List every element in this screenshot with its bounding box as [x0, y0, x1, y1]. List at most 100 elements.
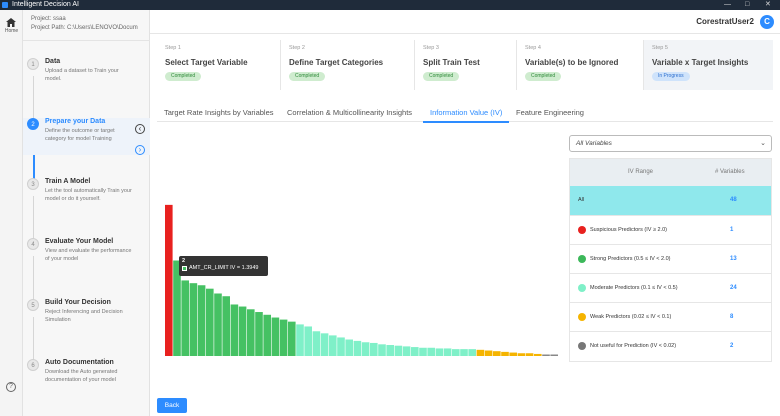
- top-bar: CorestratUser2 C: [150, 10, 780, 34]
- chart-bar[interactable]: [370, 342, 378, 356]
- step-description: Define the outcome or target category fo…: [45, 128, 115, 142]
- chart-bar[interactable]: [386, 345, 394, 356]
- tab-target-rate-insights[interactable]: Target Rate Insights by Variables: [164, 108, 274, 117]
- minimize-button[interactable]: —: [724, 0, 731, 10]
- chart-bar[interactable]: [452, 349, 460, 356]
- chart-bar[interactable]: [484, 350, 493, 357]
- table-row-all[interactable]: All 48: [570, 186, 771, 215]
- chart-bar[interactable]: [288, 321, 296, 356]
- chart-bar[interactable]: [493, 351, 501, 356]
- chart-bar[interactable]: [427, 347, 435, 356]
- wizard-step-3[interactable]: Step 3 Split Train Test Completed: [415, 40, 517, 90]
- chart-bar[interactable]: [230, 304, 239, 356]
- chart-bar[interactable]: [378, 344, 386, 356]
- project-path-label: Project Path:: [31, 25, 66, 31]
- chart-bar[interactable]: [222, 296, 230, 356]
- table-row-weak[interactable]: Weak Predictors (0.02 ≤ IV < 0.1) 8: [570, 302, 771, 331]
- help-icon[interactable]: ?: [6, 382, 16, 392]
- step-title: Prepare your Data: [45, 118, 106, 125]
- user-name[interactable]: CorestratUser2: [696, 17, 754, 26]
- chart-bar[interactable]: [329, 335, 337, 356]
- green-dot-icon: [578, 255, 586, 263]
- chart-bar[interactable]: [501, 351, 509, 356]
- home-label[interactable]: Home: [0, 28, 23, 34]
- chart-bar[interactable]: [468, 349, 476, 356]
- chart-bar[interactable]: [206, 288, 214, 356]
- step-number: 5: [27, 299, 39, 311]
- tab-feature-engineering[interactable]: Feature Engineering: [516, 108, 584, 117]
- wizard-step-number: Step 3: [423, 45, 439, 51]
- chart-bar[interactable]: [263, 314, 271, 356]
- wizard-step-1[interactable]: Step 1 Select Target Variable Completed: [157, 40, 281, 90]
- chart-bar[interactable]: [525, 353, 534, 356]
- back-button[interactable]: Back: [157, 398, 187, 413]
- wizard-step-number: Step 1: [165, 45, 181, 51]
- chart-bar[interactable]: [214, 293, 222, 356]
- chart-bar[interactable]: [534, 353, 542, 356]
- chart-bar[interactable]: [419, 347, 427, 356]
- gray-dot-icon: [578, 342, 586, 350]
- chart-bar[interactable]: [271, 317, 280, 356]
- chart-bar[interactable]: [296, 324, 304, 356]
- tab-information-value[interactable]: Information Value (IV): [430, 108, 502, 117]
- table-row-strong[interactable]: Strong Predictors (0.5 ≤ IV < 2.0) 13: [570, 244, 771, 273]
- chart-bar[interactable]: [435, 348, 444, 356]
- chart-bar[interactable]: [550, 354, 558, 357]
- wizard-step-number: Step 5: [652, 45, 668, 51]
- step-title: Data: [45, 58, 61, 65]
- project-path: C:\Users\LENOVO\Docum: [67, 25, 138, 31]
- tooltip-swatch: [182, 266, 187, 271]
- chart-bar[interactable]: [402, 346, 411, 356]
- chart-bar[interactable]: [517, 353, 526, 356]
- step-prepare-data[interactable]: 2 Prepare your Data Define the outcome o…: [23, 118, 150, 155]
- chart-bar[interactable]: [304, 326, 312, 356]
- chart-bar[interactable]: [337, 337, 345, 356]
- row-label: Suspicious Predictors (IV ≥ 2.0): [590, 227, 667, 233]
- chart-bar[interactable]: [255, 312, 263, 356]
- chart-bar[interactable]: [165, 204, 173, 356]
- chart-bar[interactable]: [476, 349, 485, 356]
- wizard-step-5[interactable]: Step 5 Variable x Target Insights In Pro…: [644, 40, 773, 90]
- variable-filter-select[interactable]: All Variables ⌄: [569, 135, 772, 152]
- chart-bar[interactable]: [247, 309, 255, 356]
- status-badge: Completed: [423, 72, 460, 81]
- previous-icon[interactable]: ‹: [135, 124, 145, 134]
- chart-bar[interactable]: [345, 339, 353, 356]
- chart-bar[interactable]: [394, 345, 403, 356]
- chart-bar[interactable]: [542, 354, 550, 357]
- chart-bar[interactable]: [197, 285, 206, 356]
- avatar[interactable]: C: [760, 15, 774, 29]
- wizard-step-title: Split Train Test: [423, 58, 480, 67]
- chart-bar[interactable]: [279, 319, 288, 356]
- chart-bar[interactable]: [509, 352, 517, 356]
- chart-bar[interactable]: [460, 349, 468, 356]
- wizard-step-2[interactable]: Step 2 Define Target Categories Complete…: [281, 40, 415, 90]
- chart-bar[interactable]: [320, 333, 329, 356]
- chart-bar[interactable]: [443, 348, 452, 356]
- status-badge: Completed: [165, 72, 202, 81]
- step-description: Download the Auto generated documentatio…: [45, 369, 118, 383]
- tab-correlation[interactable]: Correlation & Multicollinearity Insights: [287, 108, 412, 117]
- chart-bar[interactable]: [312, 331, 321, 356]
- nav-rail: Home ?: [0, 10, 23, 416]
- chart-bar[interactable]: [361, 342, 370, 356]
- chart-bar[interactable]: [238, 306, 247, 356]
- steps-sidebar: Project: ssaa Project Path: C:\Users\LEN…: [23, 10, 150, 416]
- table-row-suspicious[interactable]: Suspicious Predictors (IV ≥ 2.0) 1: [570, 215, 771, 244]
- table-header: IV Range # Variables: [570, 159, 771, 186]
- project-name-label: Project:: [31, 16, 52, 22]
- table-row-moderate[interactable]: Moderate Predictors (0.1 ≤ IV < 0.5) 24: [570, 273, 771, 302]
- chart-bar[interactable]: [181, 280, 189, 356]
- maximize-button[interactable]: □: [745, 0, 749, 10]
- row-count: 13: [730, 256, 737, 262]
- wizard-step-4[interactable]: Step 4 Variable(s) to be Ignored Complet…: [517, 40, 644, 90]
- next-icon[interactable]: ›: [135, 145, 145, 155]
- chart-bar[interactable]: [353, 340, 362, 356]
- step-number: 6: [27, 359, 39, 371]
- home-icon[interactable]: [6, 18, 16, 27]
- chart-bar[interactable]: [189, 283, 198, 356]
- filter-value: All Variables: [576, 140, 612, 147]
- close-button[interactable]: ✕: [765, 0, 771, 10]
- table-row-not-useful[interactable]: Not useful for Prediction (IV < 0.02) 2: [570, 331, 771, 360]
- chart-bar[interactable]: [411, 347, 419, 356]
